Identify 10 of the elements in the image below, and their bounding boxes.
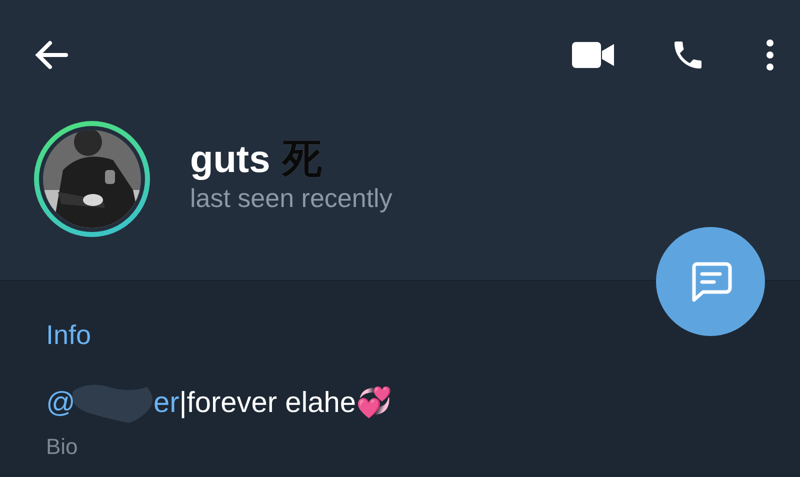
back-icon[interactable] [34, 40, 68, 70]
bio-label: Bio [46, 433, 79, 461]
info-heading: Info [46, 319, 92, 351]
username-link[interactable]: @ [46, 386, 76, 420]
username-link[interactable]: er [153, 386, 180, 420]
more-icon[interactable] [766, 39, 774, 71]
contact-name: guts [190, 138, 270, 182]
last-seen-status: last seen recently [190, 182, 392, 214]
video-camera-icon[interactable] [572, 41, 614, 69]
bio-text: |forever elahe💞 [179, 386, 392, 420]
